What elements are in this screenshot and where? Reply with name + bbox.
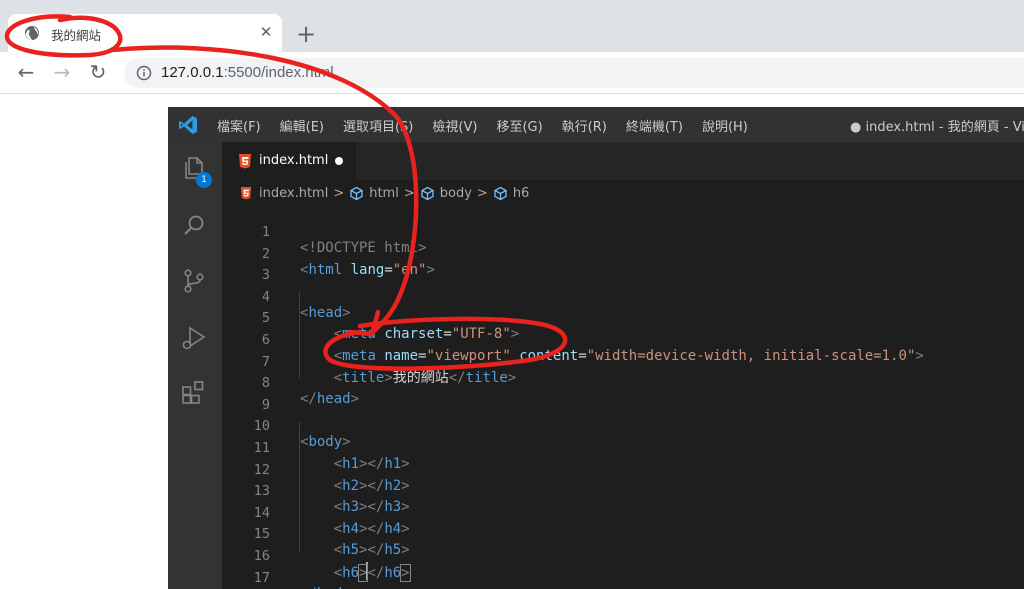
new-tab-button[interactable]: + <box>292 20 320 48</box>
extensions-icon[interactable] <box>180 378 208 406</box>
code-line: 12 <h2></h2> <box>222 444 1024 494</box>
breadcrumb-html-label: html <box>369 185 399 201</box>
browser-tabstrip: 我的網站 ✕ + <box>0 0 1024 52</box>
tab-title: 我的網站 <box>51 28 102 43</box>
back-arrow-icon[interactable]: ← <box>14 60 38 84</box>
url-path: :5500/index.html <box>223 64 334 81</box>
code-line: 4 <head> <box>222 271 1024 321</box>
editor-tab-label: index.html <box>259 153 329 168</box>
menu-run[interactable]: 執行(R) <box>562 116 607 135</box>
explorer-badge: 1 <box>196 172 212 188</box>
breadcrumb-body[interactable]: body <box>420 186 472 201</box>
code-line: 11 <h1></h1> <box>222 422 1024 472</box>
menu-help[interactable]: 說明(H) <box>702 116 748 135</box>
menu-file[interactable]: 檔案(F) <box>217 116 261 135</box>
run-debug-icon[interactable] <box>180 324 208 352</box>
symbol-cube-icon <box>421 186 434 200</box>
window-title: ● index.html - 我的網頁 - Visual Studio Code <box>850 120 1024 135</box>
reload-icon[interactable]: ↻ <box>86 60 110 84</box>
breadcrumb-separator: > <box>333 185 345 201</box>
code-line: 14 <h4></h4> <box>222 487 1024 537</box>
code-line: 1 <!DOCTYPE html> <box>222 206 1024 256</box>
symbol-cube-icon <box>494 186 507 200</box>
vscode-logo-icon <box>179 116 197 134</box>
breadcrumb-html[interactable]: html <box>349 186 399 201</box>
forward-arrow-icon[interactable]: → <box>50 60 74 84</box>
code-line: 10 <body> <box>222 400 1024 450</box>
browser-toolbar: ← → ↻ 127.0.0.1:5500/index.html <box>0 52 1024 94</box>
menu-terminal[interactable]: 終端機(T) <box>626 116 683 135</box>
breadcrumb-body-label: body <box>439 185 472 201</box>
code-line: 13 <h3></h3> <box>222 465 1024 515</box>
breadcrumb-separator: > <box>476 185 488 201</box>
unsaved-dot-icon[interactable] <box>335 157 343 165</box>
activity-bar: 1 <box>168 142 222 589</box>
code-line: 3 <box>222 249 1024 283</box>
breadcrumb: index.html > html > body > h6 <box>222 180 1024 206</box>
info-icon[interactable] <box>136 65 152 81</box>
source-control-icon[interactable] <box>180 267 208 295</box>
close-tab-icon[interactable]: ✕ <box>256 22 276 42</box>
menu-bar: 檔案(F) 編輯(E) 選取項目(S) 檢視(V) 移至(G) 執行(R) 終端… <box>217 116 767 135</box>
browser-tab[interactable]: 我的網站 ✕ <box>8 14 282 52</box>
vscode-titlebar: 檔案(F) 編輯(E) 選取項目(S) 檢視(V) 移至(G) 執行(R) 終端… <box>168 107 1024 142</box>
breadcrumb-h6-label: h6 <box>512 185 530 201</box>
code-line: 16 <h6></h6> <box>222 530 1024 582</box>
breadcrumb-file[interactable]: index.html <box>240 186 328 201</box>
menu-go[interactable]: 移至(G) <box>496 116 542 135</box>
code-line: 15 <h5></h5> <box>222 508 1024 558</box>
breadcrumb-h6[interactable]: h6 <box>493 185 530 201</box>
code-line: 2 <html lang="en"> <box>222 228 1024 278</box>
code-line: 5 <meta charset="UTF-8"> <box>222 292 1024 342</box>
symbol-cube-icon <box>350 186 363 200</box>
menu-edit[interactable]: 編輯(E) <box>280 116 324 135</box>
code-line: 18 <box>222 573 1024 589</box>
html5-file-icon <box>240 187 252 200</box>
address-bar[interactable]: 127.0.0.1:5500/index.html <box>124 58 1024 88</box>
code-line: 8 </head> <box>222 357 1024 407</box>
globe-icon <box>25 26 39 40</box>
url-text: 127.0.0.1:5500/index.html <box>161 64 334 81</box>
menu-view[interactable]: 檢視(V) <box>432 116 477 135</box>
menu-selection[interactable]: 選取項目(S) <box>343 116 413 135</box>
code-editor[interactable]: 1 <!DOCTYPE html> 2 <html lang="en"> 3 4… <box>222 206 1024 589</box>
code-line: 9 <box>222 379 1024 413</box>
code-line: 17 </body> <box>222 552 1024 589</box>
editor-tab-index-html[interactable]: index.html <box>222 142 356 180</box>
search-icon[interactable] <box>180 212 208 240</box>
editor-tabs: index.html <box>222 142 1024 180</box>
code-line: 6 <meta name="viewport" content="width=d… <box>222 314 1024 364</box>
breadcrumb-separator: > <box>403 185 415 201</box>
url-host: 127.0.0.1 <box>161 64 224 81</box>
vscode-window: 檔案(F) 編輯(E) 選取項目(S) 檢視(V) 移至(G) 執行(R) 終端… <box>168 107 1024 589</box>
html5-file-icon <box>239 154 251 169</box>
code-line: 7 <title>我的網站</title> <box>222 336 1024 386</box>
breadcrumb-file-label: index.html <box>259 185 329 201</box>
